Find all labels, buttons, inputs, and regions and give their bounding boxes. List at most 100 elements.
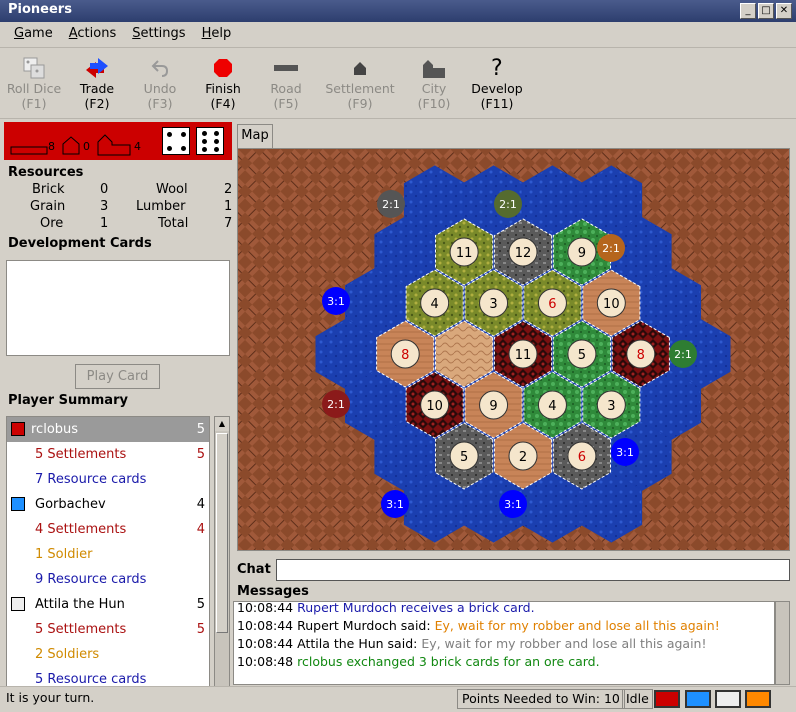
undo-button[interactable]: Undo (F3) [130,49,190,118]
trade-icon [86,58,108,78]
messages-scrollbar[interactable] [775,601,790,685]
chat-input[interactable] [276,559,790,581]
summary-text: 5 Resource cards [35,672,147,687]
road-icon [274,65,298,71]
settlement-button[interactable]: Settlement (F9) [319,49,401,118]
summary-count: 5 [196,447,205,462]
player-detail-row[interactable]: 9 Resource cards [7,567,209,592]
player-detail-row[interactable]: 5 Settlements 5 [7,442,209,467]
close-button[interactable]: ✕ [776,3,792,19]
tab-map[interactable]: Map [237,124,273,148]
harbor-port-label: 3:1 [616,446,634,459]
maximize-button[interactable]: □ [758,3,774,19]
message-line: 10:08:44 Rupert Murdoch receives a brick… [237,601,535,615]
number-token-label: 5 [460,450,468,465]
number-token-label: 3 [607,399,615,414]
player-summary-title: Player Summary [8,393,128,408]
player-detail-row[interactable]: 4 Settlements 4 [7,517,209,542]
svg-text:?: ? [491,56,503,81]
menu-help[interactable]: Help [194,22,240,47]
die-1 [162,127,190,155]
summary-count: 5 [196,422,205,437]
cities-left: 4 [134,140,141,153]
resource-row: Brick 0 Wool 2 [32,182,233,197]
summary-count: 5 [196,622,205,637]
trade-button[interactable]: Trade (F2) [67,49,127,118]
harbor-port-label: 2:1 [674,348,692,361]
player-color-swatch [11,422,25,436]
status-bar: It is your turn. Points Needed to Win: 1… [0,686,796,712]
player-detail-row[interactable]: 7 Resource cards [7,467,209,492]
dev-cards-list[interactable] [6,260,230,356]
summary-text: 5 Settlements [35,447,127,462]
points-needed: Points Needed to Win: 10 [457,689,625,709]
player-detail-row[interactable]: 2 Soldiers [7,642,209,667]
number-token-label: 6 [548,297,556,312]
menu-actions[interactable]: Actions [61,22,125,47]
roll-dice-button[interactable]: Roll Dice (F1) [4,49,64,118]
number-token-label: 6 [578,450,586,465]
develop-button[interactable]: ? Develop (F11) [467,49,527,118]
resources-title: Resources [8,165,84,180]
number-token-label: 2 [519,450,527,465]
roads-left: 8 [48,140,55,153]
player-row[interactable]: Gorbachev 4 [7,492,209,517]
number-token-label: 10 [603,297,620,312]
die-2 [196,127,224,155]
summary-text: 4 Settlements [35,522,127,537]
player-color-swatch [745,690,771,708]
dev-cards-title: Development Cards [8,236,152,251]
settlements-left: 0 [83,140,90,153]
number-token-label: 9 [489,399,497,414]
harbor-port-label: 3:1 [327,295,345,308]
play-card-button[interactable]: Play Card [75,364,160,389]
messages-label: Messages [237,584,309,599]
window-title: Pioneers [8,2,72,17]
player-summary-list[interactable]: rclobus 5 5 Settlements 5 7 Resource cards Go… [6,416,210,687]
resources-table: Brick 0 Wool 2 Grain 3 Lumber 1 Ore 1 To… [8,182,232,233]
player-detail-row[interactable]: 5 Settlements 5 [7,617,209,642]
player-row[interactable]: Attila the Hun 5 [7,592,209,617]
summary-text: 2 Soldiers [35,647,100,662]
map-canvas[interactable]: 11 12 9 4 3 6 10 8 11 5 8 10 9 4 3 5 2 6 2:1 2:1 2:1 3:1 2:1 2… [238,149,790,551]
harbor-port-label: 2:1 [382,198,400,211]
scroll-up-arrow[interactable]: ▲ [215,417,229,431]
harbor-port-label: 2:1 [499,198,517,211]
player-color-swatch [654,690,680,708]
question-icon: ? [491,56,503,81]
player-status-bar: 8 0 4 [4,122,232,160]
number-token-label: 8 [401,348,409,363]
number-token-label: 12 [515,246,532,261]
number-token-label: 9 [578,246,586,261]
chat-label: Chat [237,562,271,577]
network-state: Idle [622,689,653,709]
minimize-button[interactable]: _ [740,3,756,19]
summary-count: 4 [196,522,205,537]
road-icon [10,146,48,155]
player-row[interactable]: rclobus 5 [7,417,209,442]
undo-icon [151,60,169,77]
player-detail-row[interactable]: 5 Resource cards [7,667,209,687]
summary-text: 9 Resource cards [35,572,147,587]
game-map[interactable]: 11 12 9 4 3 6 10 8 11 5 8 10 9 4 3 5 2 6 2:1 2:1 2:1 3:1 2:1 2… [237,148,790,551]
menu-game[interactable]: Game [6,22,61,47]
resource-row: Grain 3 Lumber 1 [30,199,233,214]
player-detail-row[interactable]: 1 Soldier [7,542,209,567]
player-color-swatch [11,497,25,511]
message-line: 10:08:44 Rupert Murdoch said: Ey, wait f… [237,618,720,633]
scroll-thumb[interactable] [216,433,228,633]
harbor-port-label: 3:1 [386,498,404,511]
city-icon [423,60,445,78]
summary-text: Attila the Hun [35,597,125,612]
number-token-label: 10 [426,399,443,414]
harbor-port-label: 3:1 [504,498,522,511]
menu-settings[interactable]: Settings [124,22,193,47]
road-button[interactable]: Road (F5) [256,49,316,118]
message-line: 10:08:48 rclobus exchanged 3 brick cards… [237,654,600,669]
summary-text: Gorbachev [35,497,106,512]
finish-button[interactable]: Finish (F4) [193,49,253,118]
player-color-swatch [685,690,711,708]
player-summary-scrollbar[interactable]: ▲ [214,416,230,687]
summary-text: 7 Resource cards [35,472,147,487]
city-button[interactable]: City (F10) [404,49,464,118]
